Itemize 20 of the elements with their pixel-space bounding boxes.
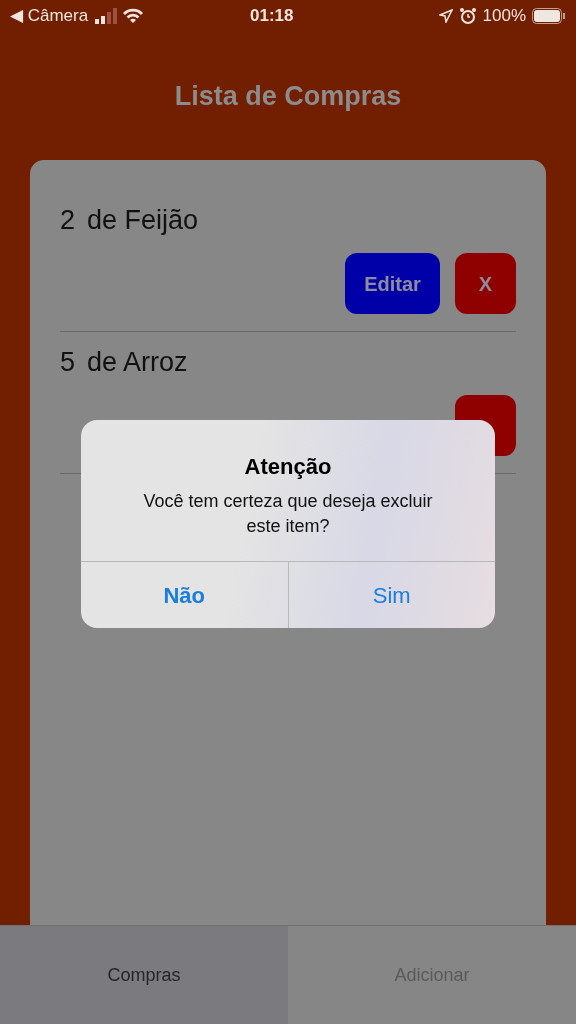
alert-button[interactable]: Não [81, 562, 288, 628]
alert-message: Você tem certeza que deseja excluir este item? [142, 490, 434, 538]
location-icon [438, 9, 453, 23]
alert-button[interactable]: Sim [287, 562, 495, 628]
item-quantity: 2 [60, 204, 76, 237]
item-name: de Feijão [87, 204, 199, 237]
clock: 01:18 [250, 5, 294, 28]
tab[interactable]: Compras [0, 926, 288, 1024]
item-quantity: 5 [60, 346, 76, 379]
alert-title: Atenção [244, 453, 332, 481]
back-link[interactable]: ◀ Câmera [10, 3, 89, 29]
edit-button[interactable]: Editar [345, 253, 440, 314]
wifi-icon [122, 8, 145, 24]
page-title: Lista de Compras [174, 79, 402, 113]
item-name: de Arroz [87, 346, 188, 379]
delete-button[interactable]: X [455, 253, 516, 314]
battery-percent: 100% [482, 5, 526, 28]
signal-icon [94, 8, 119, 24]
battery-icon [532, 8, 566, 24]
alarm-icon [458, 7, 477, 25]
